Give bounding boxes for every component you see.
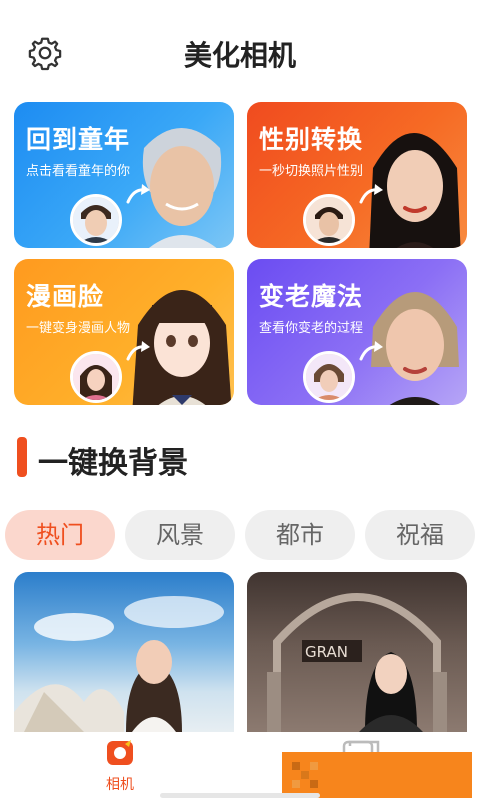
- ad-banner[interactable]: [282, 752, 472, 798]
- card-subtitle: 一秒切换照片性别: [259, 164, 364, 179]
- scene-sign-text: GRAN: [305, 643, 348, 661]
- card-aging-magic[interactable]: 变老魔法 查看你变老的过程: [247, 259, 467, 405]
- camera-tab-icon: [107, 740, 133, 765]
- scene-image: GRAN: [267, 593, 447, 732]
- child-thumbnail: [70, 194, 122, 246]
- arrow-icon: [126, 184, 150, 204]
- section-title: 一键换背景: [38, 446, 188, 481]
- arrow-icon: [359, 184, 383, 204]
- card-gender-swap[interactable]: 性别转换 一秒切换照片性别: [247, 102, 467, 248]
- pixel-pattern-icon: [292, 762, 318, 788]
- arrow-icon: [359, 341, 383, 361]
- section-accent-bar: [17, 437, 27, 477]
- arrow-icon: [126, 341, 150, 361]
- chip-hot[interactable]: 热门: [5, 510, 115, 560]
- card-title: 漫画脸: [26, 282, 105, 311]
- woman-thumbnail: [303, 351, 355, 403]
- card-comic-face[interactable]: 漫画脸 一键变身漫画人物: [14, 259, 234, 405]
- girl-thumbnail: [70, 351, 122, 403]
- tab-camera[interactable]: 相机: [90, 738, 150, 796]
- home-indicator: [160, 793, 320, 798]
- card-title: 变老魔法: [259, 282, 364, 311]
- card-title: 回到童年: [26, 125, 131, 154]
- card-subtitle: 点击看看童年的你: [26, 164, 131, 179]
- background-template-2[interactable]: GRAN: [247, 572, 467, 732]
- chip-blessing[interactable]: 祝福: [365, 510, 475, 560]
- male-thumbnail: [303, 194, 355, 246]
- top-bar: 美化相机: [0, 0, 480, 100]
- background-template-1[interactable]: [14, 572, 234, 732]
- page-title: 美化相机: [183, 39, 296, 72]
- card-back-to-childhood[interactable]: 回到童年 点击看看童年的你: [14, 102, 234, 248]
- card-title: 性别转换: [259, 125, 364, 154]
- tab-camera-label: 相机: [106, 777, 134, 793]
- card-subtitle: 一键变身漫画人物: [26, 321, 131, 336]
- scene-image: [14, 596, 224, 732]
- chip-city[interactable]: 都市: [245, 510, 355, 560]
- card-subtitle: 查看你变老的过程: [259, 321, 364, 336]
- chip-scenery[interactable]: 风景: [125, 510, 235, 560]
